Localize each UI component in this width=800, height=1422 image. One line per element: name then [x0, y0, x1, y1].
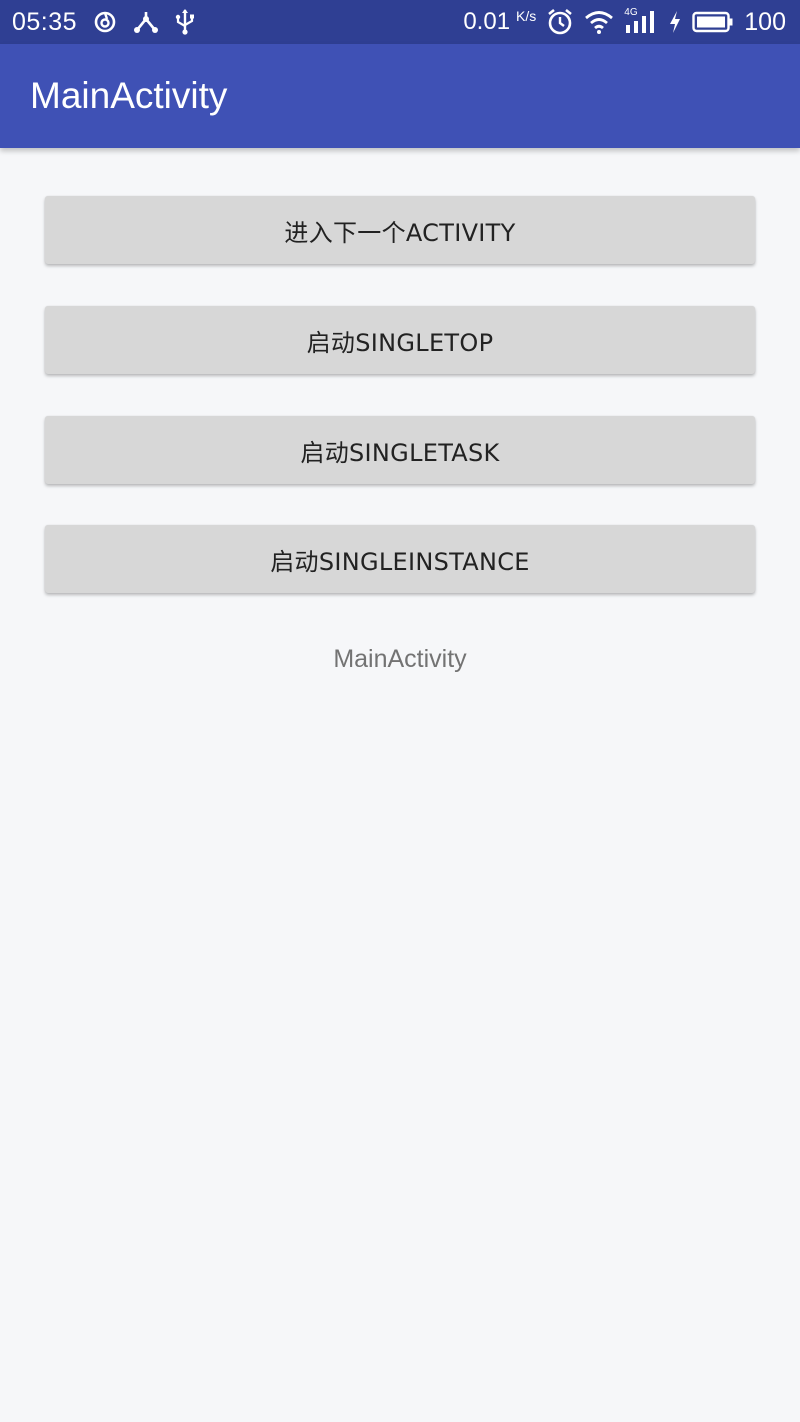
- battery-icon: [692, 10, 734, 34]
- network-speed-unit: K/s: [516, 8, 537, 24]
- netease-music-icon: [93, 10, 117, 34]
- alarm-clock-icon: [546, 8, 574, 36]
- network-type-label: 4G: [624, 7, 638, 18]
- status-time: 05:35: [12, 7, 78, 36]
- next-activity-button[interactable]: 进入下一个ACTIVITY: [45, 196, 755, 264]
- wifi-icon: [584, 10, 614, 34]
- launch-singletop-button[interactable]: 启动SINGLETOP: [45, 306, 755, 374]
- network-speed-value: 0.01: [463, 8, 511, 35]
- status-bar-left: 05:35: [12, 8, 195, 37]
- status-bar-right: 0.01 K/s 4G 100: [463, 7, 786, 37]
- status-bar: 05:35 0.01 K/s 4G 100: [0, 0, 800, 44]
- charging-icon: [668, 10, 682, 34]
- launch-singleinstance-button[interactable]: 启动SINGLEINSTANCE: [45, 525, 755, 593]
- launch-singletask-button[interactable]: 启动SINGLETASK: [45, 416, 755, 484]
- share-icon: [133, 10, 159, 34]
- activity-name-label: MainActivity: [333, 645, 467, 673]
- cellular-signal-icon: 4G: [624, 7, 658, 35]
- app-title: MainActivity: [30, 75, 228, 116]
- usb-icon: [175, 9, 195, 35]
- network-speed: 0.01 K/s: [463, 8, 536, 36]
- app-bar: MainActivity: [0, 44, 800, 148]
- battery-percent: 100: [744, 7, 786, 36]
